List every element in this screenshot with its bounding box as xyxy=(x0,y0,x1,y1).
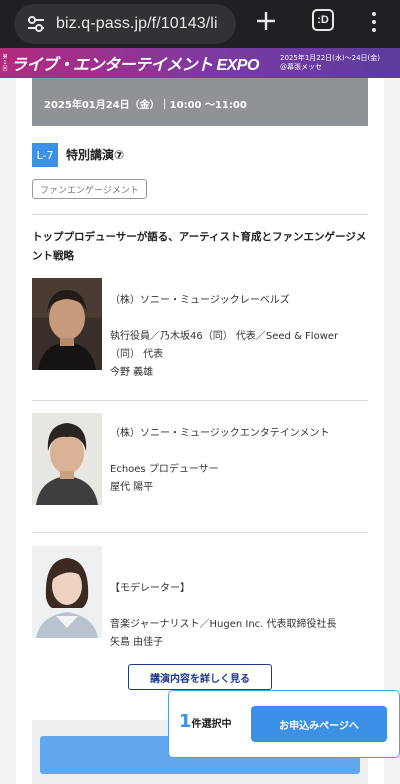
session-card: 2025年01月24日（金）｜10:00 〜11:00 L-7 特別講演⑦ ファ… xyxy=(16,78,384,784)
speaker-role: Echoes プロデューサー xyxy=(110,464,219,475)
speaker-item: 【モデレーター】 音楽ジャーナリスト／Hugen Inc. 代表取締役社長 矢島… xyxy=(32,546,368,656)
speaker-role: 執行役員／乃木坂46（同） 代表／Seed & Flower xyxy=(110,331,339,342)
speaker-name: 今野 義雄 xyxy=(110,367,154,378)
apply-page-button[interactable]: お申込みページへ xyxy=(251,706,387,742)
speaker-photo xyxy=(32,546,102,638)
divider xyxy=(32,214,368,215)
tab-switcher-button[interactable]: :D xyxy=(312,9,334,31)
session-code-badge: L-7 xyxy=(32,143,58,167)
selection-count: 1件選択中 xyxy=(179,711,232,732)
speaker-item: （株）ソニー・ミュージックレーベルズ 執行役員／乃木坂46（同） 代表／Seed… xyxy=(32,278,368,378)
speaker-name: 矢島 由佳子 xyxy=(110,637,164,648)
session-header: 2025年01月24日（金）｜10:00 〜11:00 xyxy=(32,78,368,126)
selection-number: 1 xyxy=(179,711,192,732)
speaker-photo xyxy=(32,413,102,505)
speaker-company: （株）ソニー・ミュージックレーベルズ xyxy=(110,295,290,306)
speaker-role-cont: （同） 代表 xyxy=(110,349,164,360)
session-name: 特別講演⑦ xyxy=(66,148,125,162)
new-tab-icon[interactable] xyxy=(254,9,278,33)
speaker-photo xyxy=(32,278,102,370)
talk-title: トッププロデューサーが語る、アーティスト育成とファンエンゲージメント戦略 xyxy=(32,231,367,262)
site-settings-icon[interactable] xyxy=(26,14,46,34)
speaker-company: （株）ソニー・ミュージックエンタテインメント xyxy=(110,428,330,439)
moderator-label: 【モデレーター】 xyxy=(110,583,190,594)
session-details-button[interactable]: 講演内容を詳しく見る xyxy=(128,664,272,690)
divider xyxy=(32,400,368,401)
selection-label: 件選択中 xyxy=(191,719,232,730)
url-text: biz.q-pass.jp/f/10143/li xyxy=(56,15,218,32)
speaker-name: 屋代 陽平 xyxy=(110,482,154,493)
browser-toolbar: biz.q-pass.jp/f/10143/li :D xyxy=(0,0,400,48)
banner-venue: @幕張メッセ xyxy=(280,63,322,71)
session-datetime: 2025年01月24日（金）｜10:00 〜11:00 xyxy=(44,100,247,111)
banner-info: 2025年1月22日(水)〜24日(金) @幕張メッセ xyxy=(280,54,380,72)
category-tag: ファンエンゲージメント xyxy=(32,179,147,199)
selection-panel: 1件選択中 お申込みページへ xyxy=(168,690,400,758)
divider xyxy=(32,532,368,533)
address-bar[interactable]: biz.q-pass.jp/f/10143/li xyxy=(14,4,236,44)
speaker-item: （株）ソニー・ミュージックエンタテインメント Echoes プロデューサー 屋代… xyxy=(32,413,368,508)
banner-edition: 第1回 xyxy=(2,54,8,72)
banner-dates: 2025年1月22日(水)〜24日(金) xyxy=(280,54,381,62)
event-banner[interactable]: 第1回 ライブ・エンターテイメント EXPO 2025年1月22日(水)〜24日… xyxy=(0,48,400,78)
speaker-role: 音楽ジャーナリスト／Hugen Inc. 代表取締役社長 xyxy=(110,619,337,630)
more-options-icon[interactable] xyxy=(368,10,380,34)
banner-title: ライブ・エンターテイメント EXPO xyxy=(11,57,259,74)
